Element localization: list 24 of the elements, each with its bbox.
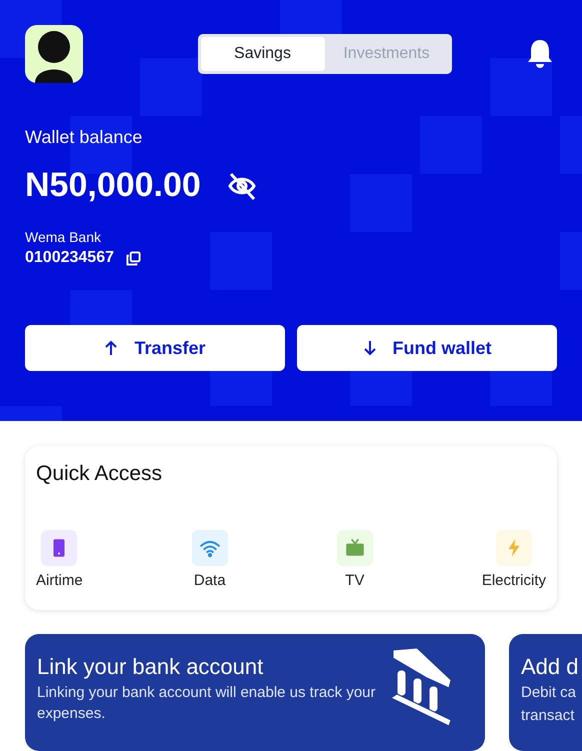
bank-name: Wema Bank	[25, 229, 102, 245]
copy-icon[interactable]	[126, 250, 141, 266]
quick-access-item[interactable]: Electricity	[482, 530, 546, 589]
account-number: 0100234567	[25, 249, 114, 267]
quick-access-item[interactable]: Airtime	[36, 530, 83, 589]
quick-access-item[interactable]: Data	[192, 530, 228, 589]
action-button[interactable]: Transfer	[25, 325, 285, 371]
bell-icon[interactable]	[526, 38, 554, 70]
promo-text: transact	[521, 706, 576, 726]
eye-slash-icon[interactable]	[226, 170, 257, 200]
action-button[interactable]: Fund wallet	[297, 325, 557, 371]
balance-label: Wallet balance	[25, 127, 144, 148]
promo-text: Linking your bank account will enable us track your expenses.	[37, 683, 377, 724]
promo-title: Link your bank account	[37, 654, 264, 680]
balance-amount: N50,000.00	[25, 166, 201, 205]
section-title: Quick Access	[36, 462, 164, 486]
quick-access-item[interactable]: TV	[336, 530, 373, 589]
promo-card[interactable]: Add d Debit ca transact	[509, 634, 582, 751]
arrow-down-icon	[362, 340, 376, 356]
arrow-up-icon	[104, 340, 118, 356]
tab[interactable]: Savings	[200, 37, 324, 71]
promo-title: Add d	[521, 654, 578, 680]
promo-card[interactable]: Link your bank account Linking your bank account will enable us track your expenses.	[25, 634, 485, 751]
promo-text: Debit ca	[521, 683, 578, 703]
